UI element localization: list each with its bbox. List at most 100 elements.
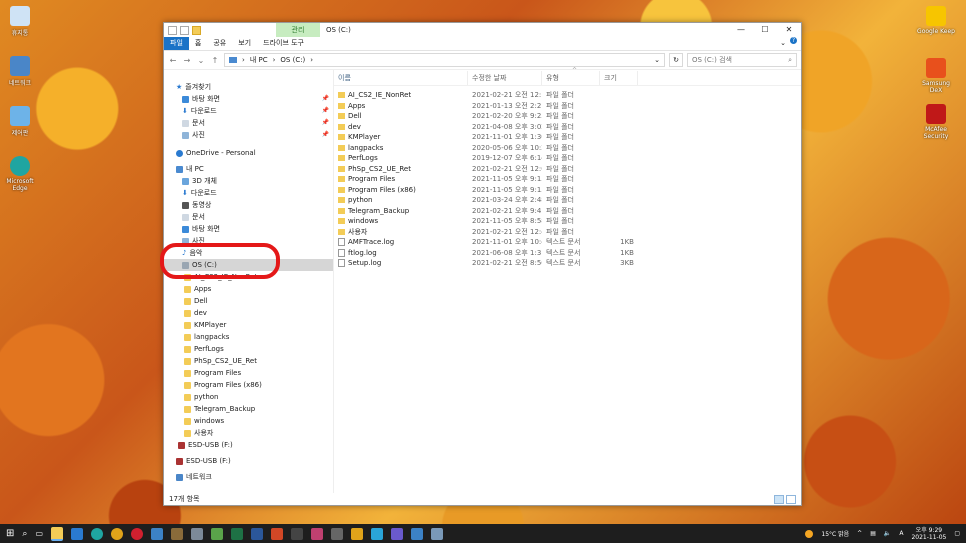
- tab-view[interactable]: 보기: [232, 37, 257, 50]
- task-view-icon[interactable]: ▭: [35, 529, 43, 538]
- desktop-icon-recycle-bin[interactable]: 휴지통: [0, 6, 40, 37]
- help-icon[interactable]: ?: [790, 37, 797, 44]
- column-type[interactable]: 유형: [542, 71, 600, 85]
- network-status-icon[interactable]: ▤: [870, 530, 876, 537]
- file-row[interactable]: langpacks 2020-05-06 오후 10:27 파일 폴더: [334, 143, 801, 154]
- new-folder-icon[interactable]: [192, 26, 201, 35]
- up-button[interactable]: ↑: [210, 56, 220, 65]
- show-hidden-icons[interactable]: ^: [857, 530, 862, 537]
- nav-quick-pictures[interactable]: 사진 📌: [164, 129, 333, 141]
- breadcrumb-os-c[interactable]: OS (C:): [280, 56, 305, 64]
- nav-drive-folder[interactable]: Program Files: [164, 367, 333, 379]
- excel-icon[interactable]: [231, 527, 243, 540]
- nav-drive-folder[interactable]: Telegram_Backup: [164, 403, 333, 415]
- maximize-button[interactable]: ☐: [753, 23, 777, 37]
- nav-onedrive[interactable]: OneDrive - Personal: [164, 147, 333, 159]
- file-row[interactable]: windows 2021-11-05 오후 8:58 파일 폴더: [334, 216, 801, 227]
- word-icon[interactable]: [251, 527, 263, 540]
- app-icon[interactable]: [411, 527, 423, 540]
- file-row[interactable]: KMPlayer 2021-11-01 오후 1:30 파일 폴더: [334, 132, 801, 143]
- weather-text[interactable]: 15°C 맑음: [821, 529, 849, 538]
- file-row[interactable]: ftlog.log 2021-06-08 오후 1:31 텍스트 문서 1KB: [334, 248, 801, 259]
- file-row[interactable]: python 2021-03-24 오후 2:48 파일 폴더: [334, 195, 801, 206]
- powerpoint-icon[interactable]: [271, 527, 283, 540]
- desktop-icon-edge[interactable]: Microsoft Edge: [0, 156, 40, 192]
- large-icons-view-button[interactable]: [786, 494, 796, 504]
- desktop-icon-samsung-dex[interactable]: Samsung DeX: [916, 58, 956, 94]
- column-size[interactable]: 크기: [600, 71, 638, 85]
- app-icon[interactable]: [291, 527, 303, 540]
- nav-drive-folder[interactable]: python: [164, 391, 333, 403]
- file-row[interactable]: Program Files 2021-11-05 오후 9:15 파일 폴더: [334, 174, 801, 185]
- close-button[interactable]: ✕: [777, 23, 801, 37]
- search-box[interactable]: ⌕: [687, 53, 797, 67]
- weather-icon[interactable]: [805, 529, 814, 538]
- nav-drive-folder[interactable]: PerfLogs: [164, 343, 333, 355]
- forward-button[interactable]: →: [182, 56, 192, 65]
- nav-quick-desktop[interactable]: 바탕 화면 📌: [164, 93, 333, 105]
- nav-documents[interactable]: 문서: [164, 211, 333, 223]
- nav-drive-folder[interactable]: KMPlayer: [164, 319, 333, 331]
- nav-network[interactable]: 네트워크: [164, 471, 333, 483]
- file-row[interactable]: AI_CS2_IE_NonRet 2021-02-21 오전 12:12 파일 폴더: [334, 90, 801, 101]
- nav-videos[interactable]: 동영상: [164, 199, 333, 211]
- file-row[interactable]: Program Files (x86) 2021-11-05 오후 9:15 파일 …: [334, 185, 801, 196]
- nav-usb-1[interactable]: ESD-USB (F:): [164, 439, 333, 451]
- nav-drive-folder[interactable]: dev: [164, 307, 333, 319]
- nav-3d-objects[interactable]: 3D 개체: [164, 175, 333, 187]
- volume-icon[interactable]: 🔈: [884, 530, 891, 537]
- file-row[interactable]: Setup.log 2021-02-21 오전 8:56 텍스트 문서 3KB: [334, 258, 801, 269]
- app-icon[interactable]: [331, 527, 343, 540]
- address-dropdown-icon[interactable]: ⌄: [654, 56, 660, 64]
- file-row[interactable]: Telegram_Backup 2021-02-21 오후 9:41 파일 폴더: [334, 206, 801, 217]
- context-tab-manage[interactable]: 관리: [276, 23, 320, 37]
- tab-drive-tools[interactable]: 드라이브 도구: [257, 37, 310, 50]
- app-icon[interactable]: [191, 527, 203, 540]
- desktop-icon-control-panel[interactable]: 제어판: [0, 106, 40, 137]
- mail-icon[interactable]: [71, 527, 83, 540]
- app-icon[interactable]: [211, 527, 223, 540]
- input-language[interactable]: A: [899, 530, 903, 537]
- tab-file[interactable]: 파일: [164, 37, 189, 50]
- new-page-icon[interactable]: [180, 26, 189, 35]
- nav-drive-folder[interactable]: Program Files (x86): [164, 379, 333, 391]
- nav-quick-downloads[interactable]: ⬇ 다운로드 📌: [164, 105, 333, 117]
- search-icon[interactable]: ⌕: [22, 529, 27, 539]
- start-button[interactable]: ⊞: [6, 528, 14, 539]
- file-row[interactable]: Apps 2021-01-13 오전 2:21 파일 폴더: [334, 101, 801, 112]
- nav-desktop[interactable]: 바탕 화면: [164, 223, 333, 235]
- file-row[interactable]: Dell 2021-02-20 오후 9:25 파일 폴더: [334, 111, 801, 122]
- app-icon[interactable]: [431, 527, 443, 540]
- properties-icon[interactable]: [168, 26, 177, 35]
- desktop-icon-mcafee[interactable]: McAfee Security: [916, 104, 956, 140]
- file-row[interactable]: dev 2021-04-08 오후 3:02 파일 폴더: [334, 122, 801, 133]
- app-icon[interactable]: [171, 527, 183, 540]
- refresh-button[interactable]: ↻: [669, 53, 683, 67]
- tab-home[interactable]: 홈: [189, 37, 207, 50]
- file-explorer-taskbar-icon[interactable]: [51, 526, 63, 541]
- nav-drive-folder[interactable]: langpacks: [164, 331, 333, 343]
- nav-downloads[interactable]: ⬇ 다운로드: [164, 187, 333, 199]
- nav-quick-access[interactable]: ★ 즐겨찾기: [164, 81, 333, 93]
- app-icon[interactable]: [351, 527, 363, 540]
- nav-drive-folder[interactable]: PhSp_CS2_UE_Ret: [164, 355, 333, 367]
- minimize-button[interactable]: —: [729, 23, 753, 37]
- address-bar[interactable]: › 내 PC › OS (C:) › ⌄: [224, 53, 665, 67]
- recent-locations-icon[interactable]: ⌄: [196, 56, 206, 65]
- edge-icon[interactable]: [91, 527, 103, 540]
- nav-drive-folder[interactable]: windows: [164, 415, 333, 427]
- back-button[interactable]: ←: [168, 56, 178, 65]
- app-icon[interactable]: [151, 527, 163, 540]
- column-date[interactable]: 수정한 날짜: [468, 71, 542, 85]
- desktop-icon-google-keep[interactable]: Google Keep: [916, 6, 956, 35]
- file-row[interactable]: AMFTrace.log 2021-11-01 오후 10:48 텍스트 문서 1KB: [334, 237, 801, 248]
- desktop-icon-network[interactable]: 네트워크: [0, 56, 40, 87]
- file-row[interactable]: 사용자 2021-02-21 오전 12:45 파일 폴더: [334, 227, 801, 238]
- breadcrumb-this-pc[interactable]: 내 PC: [250, 55, 268, 65]
- notification-icon[interactable]: ▢: [954, 530, 960, 537]
- expand-ribbon-icon[interactable]: ⌄: [780, 37, 786, 50]
- app-icon[interactable]: [391, 527, 403, 540]
- nav-drive-folder[interactable]: 사용자: [164, 427, 333, 439]
- search-input[interactable]: [692, 56, 777, 64]
- app-icon[interactable]: [371, 527, 383, 540]
